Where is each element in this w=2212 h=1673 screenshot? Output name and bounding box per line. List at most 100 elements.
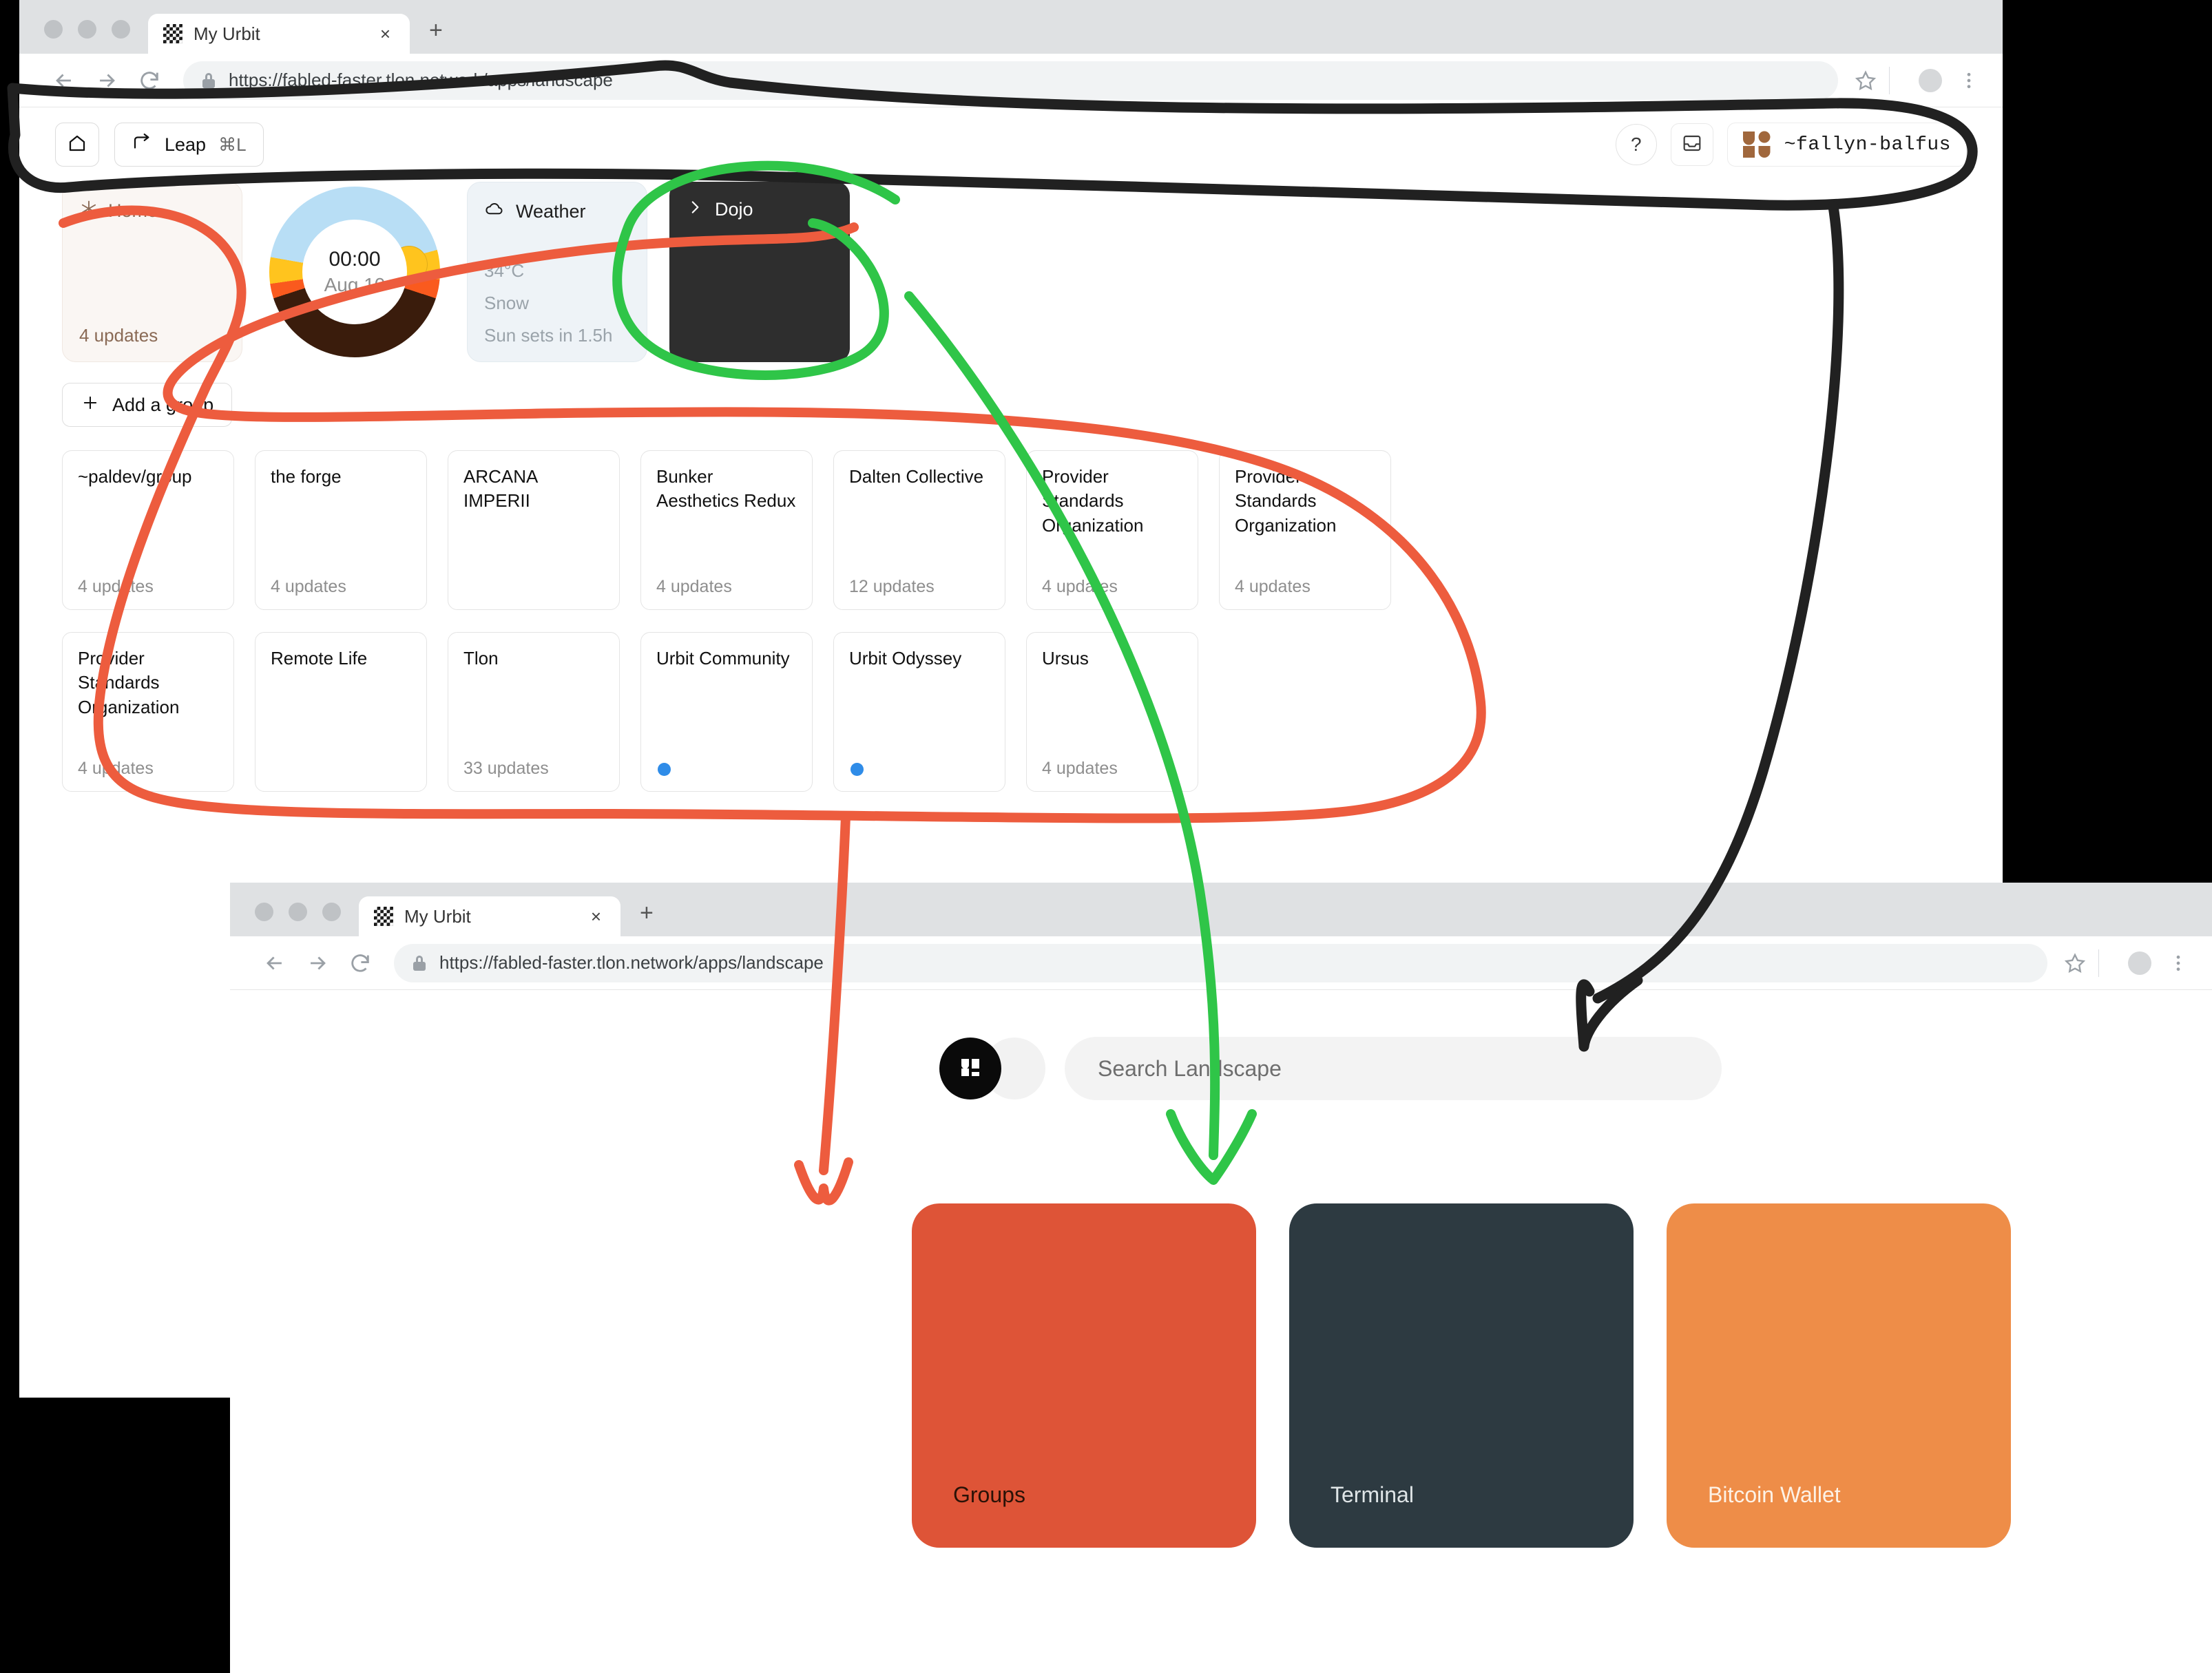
group-card[interactable]: Ursus 4 updates [1026, 632, 1198, 792]
app-tile-groups[interactable]: Groups [912, 1203, 1256, 1548]
forward-button[interactable] [296, 942, 339, 985]
close-window-button[interactable] [44, 20, 63, 39]
tile-clock[interactable]: 00:00 Aug 10 [264, 182, 445, 362]
tab-strip: My Urbit × + [19, 0, 2003, 54]
window-traffic-lights[interactable] [255, 903, 359, 936]
browser-menu-icon[interactable] [1959, 70, 1979, 91]
group-card[interactable]: ~paldev/group 4 updates [62, 450, 234, 610]
notifications-button[interactable] [1671, 123, 1713, 166]
profile-avatar[interactable] [2128, 951, 2151, 975]
group-card[interactable]: Urbit Odyssey [833, 632, 1005, 792]
tab-title: My Urbit [194, 23, 365, 45]
landscape-header-actions: ? ~fallyn-balfus [1616, 123, 1967, 167]
group-card[interactable]: Dalten Collective 12 updates [833, 450, 1005, 610]
bookmark-star-icon[interactable] [2064, 952, 2086, 974]
reload-button[interactable] [128, 59, 171, 102]
minimize-window-button[interactable] [289, 903, 307, 921]
leap-label: Leap [165, 134, 206, 156]
maximize-window-button[interactable] [112, 20, 130, 39]
unread-dot [851, 763, 864, 776]
minimize-window-button[interactable] [78, 20, 96, 39]
back-button[interactable] [43, 59, 85, 102]
group-card[interactable]: Remote Life [255, 632, 427, 792]
group-updates: 4 updates [78, 759, 154, 779]
leap-shortcut: ⌘L [218, 134, 246, 156]
group-card[interactable]: Urbit Community [640, 632, 813, 792]
help-button[interactable]: ? [1616, 124, 1657, 165]
plus-icon [81, 393, 100, 417]
asterisk-icon [79, 199, 98, 223]
reload-button[interactable] [339, 942, 382, 985]
tile-weather-header: Weather [484, 199, 630, 224]
unread-dot [658, 763, 671, 776]
search-landscape-input[interactable]: Search Landscape [1065, 1037, 1722, 1100]
group-updates: 4 updates [1235, 577, 1311, 597]
group-card[interactable]: Provider Standards Organization 4 update… [1026, 450, 1198, 610]
close-window-button[interactable] [255, 903, 273, 921]
urbit-favicon-icon [163, 24, 182, 43]
leap-button[interactable]: Leap ⌘L [114, 123, 264, 167]
browser-tab[interactable]: My Urbit × [359, 896, 620, 936]
grid-logo-icon [955, 1052, 985, 1086]
group-title: Provider Standards Organization [1235, 465, 1375, 538]
group-title: Urbit Community [656, 646, 797, 671]
app-tile-terminal[interactable]: Terminal [1289, 1203, 1634, 1548]
browser-toolbar: https://fabled-faster.tlon.network/apps/… [230, 936, 2212, 990]
app-tile-row: Groups Terminal Bitcoin Wallet [230, 1203, 2212, 1548]
tile-home-header: Home [79, 199, 225, 223]
close-tab-icon[interactable]: × [587, 906, 605, 927]
group-card[interactable]: ARCANA IMPERII [448, 450, 620, 610]
window-traffic-lights[interactable] [44, 20, 148, 54]
group-updates: 4 updates [271, 577, 346, 597]
tile-weather[interactable]: Weather 34°C Snow Sun sets in 1.5h [467, 182, 647, 362]
add-group-button[interactable]: Add a group [62, 383, 232, 427]
browser-tab[interactable]: My Urbit × [148, 14, 410, 54]
bookmark-star-icon[interactable] [1855, 70, 1877, 92]
clock-date: Aug 10 [324, 274, 386, 296]
maximize-window-button[interactable] [322, 903, 341, 921]
home-button[interactable] [55, 123, 99, 167]
app-tile-bitcoin-wallet[interactable]: Bitcoin Wallet [1667, 1203, 2011, 1548]
group-updates: 4 updates [1042, 759, 1118, 779]
new-tab-button[interactable]: + [429, 17, 443, 54]
group-card[interactable]: Provider Standards Organization 4 update… [62, 632, 234, 792]
tile-weather-label: Weather [516, 201, 586, 222]
browser-menu-icon[interactable] [2168, 953, 2189, 974]
new-tab-button[interactable]: + [640, 900, 654, 936]
landscape-logo-button[interactable] [939, 1038, 1001, 1099]
forward-button[interactable] [85, 59, 128, 102]
group-updates: 33 updates [463, 759, 549, 779]
group-updates: 4 updates [1042, 577, 1118, 597]
tile-home-label: Home [108, 200, 158, 222]
profile-avatar[interactable] [1919, 69, 1942, 92]
cloud-icon [484, 199, 505, 224]
group-card[interactable]: Tlon 33 updates [448, 632, 620, 792]
address-bar[interactable]: https://fabled-faster.tlon.network/apps/… [394, 944, 2047, 982]
add-group-label: Add a group [112, 394, 213, 416]
weather-temperature: 34°C [484, 260, 612, 282]
tile-weather-details: 34°C Snow Sun sets in 1.5h [484, 260, 612, 346]
close-tab-icon[interactable]: × [376, 23, 395, 45]
group-row: Provider Standards Organization 4 update… [62, 632, 1975, 792]
profile-sigil-button[interactable]: ~fallyn-balfus [1727, 123, 1967, 167]
group-title: Urbit Odyssey [849, 646, 990, 671]
group-card[interactable]: Provider Standards Organization 4 update… [1219, 450, 1391, 610]
browser-toolbar: https://fabled-faster.tlon.network/apps/… [19, 54, 2003, 107]
group-title: Provider Standards Organization [1042, 465, 1182, 538]
back-button[interactable] [253, 942, 296, 985]
tile-dojo[interactable]: Dojo [669, 182, 850, 362]
group-updates: 4 updates [656, 577, 732, 597]
group-title: ARCANA IMPERII [463, 465, 604, 514]
home-icon [67, 133, 87, 157]
group-card[interactable]: Bunker Aesthetics Redux 4 updates [640, 450, 813, 610]
tile-home[interactable]: Home 4 updates [62, 182, 242, 362]
group-title: the forge [271, 465, 411, 489]
group-updates: 12 updates [849, 577, 935, 597]
clock-time: 00:00 [328, 248, 380, 271]
urbit-favicon-icon [374, 907, 393, 926]
weather-sunset: Sun sets in 1.5h [484, 325, 612, 346]
leap-arrow-icon [132, 132, 152, 158]
group-card[interactable]: the forge 4 updates [255, 450, 427, 610]
tile-home-updates: 4 updates [79, 325, 158, 346]
address-bar[interactable]: https://fabled-faster.tlon.network/apps/… [183, 61, 1838, 100]
